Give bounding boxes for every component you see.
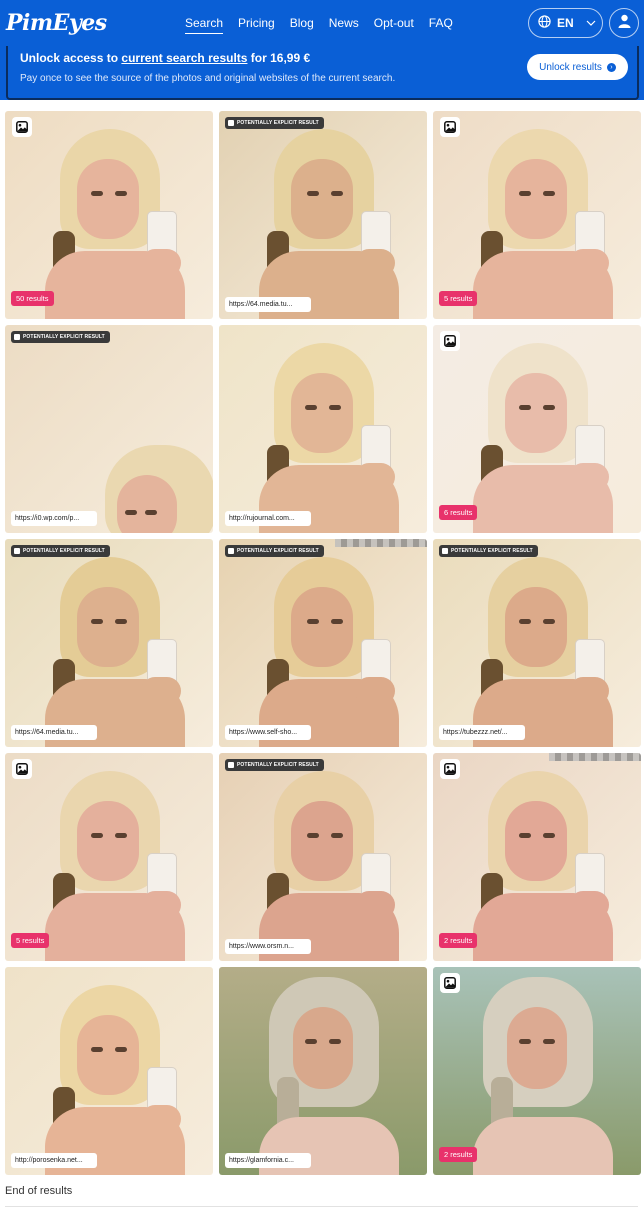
result-tile[interactable]: POTENTIALLY EXPLICIT RESULT https://tubez… [433, 539, 641, 747]
source-url-badge[interactable]: http://porosenka.net... [11, 1153, 97, 1168]
language-selector[interactable]: EN [528, 8, 603, 38]
result-tile[interactable]: POTENTIALLY EXPLICIT RESULT https://64.me… [5, 539, 213, 747]
source-url-badge[interactable]: https://www.orsm.n... [225, 939, 311, 954]
result-thumbnail [219, 967, 427, 1175]
result-tile[interactable]: 6 results [433, 325, 641, 533]
nav-news[interactable]: News [329, 16, 359, 34]
result-thumbnail [5, 111, 213, 319]
pixelated-strip [549, 753, 641, 761]
results-count-badge: 5 results [11, 933, 50, 948]
explicit-result-badge: POTENTIALLY EXPLICIT RESULT [11, 331, 110, 343]
result-thumbnail [219, 539, 427, 747]
explicit-result-badge: POTENTIALLY EXPLICIT RESULT [225, 545, 324, 557]
result-thumbnail [5, 753, 213, 961]
source-url-badge[interactable]: https://www.self-sho... [225, 725, 311, 740]
divider [5, 1206, 638, 1207]
nav-pricing[interactable]: Pricing [238, 16, 275, 34]
result-tile[interactable]: https://glamfornia.c... [219, 967, 427, 1175]
explicit-icon [228, 120, 234, 126]
unlock-results-label: Unlock results [539, 61, 602, 73]
explicit-label: POTENTIALLY EXPLICIT RESULT [237, 548, 319, 554]
pixelated-strip [335, 539, 427, 547]
result-thumbnail [219, 111, 427, 319]
result-tile[interactable]: POTENTIALLY EXPLICIT RESULT https://64.me… [219, 111, 427, 319]
result-tile[interactable]: 2 results [433, 753, 641, 961]
user-icon [618, 14, 631, 33]
results-count-badge: 50 results [11, 291, 54, 306]
main-nav: Search Pricing Blog News Opt-out FAQ [185, 16, 453, 34]
result-tile[interactable]: http://porosenka.net... [5, 967, 213, 1175]
results-count-badge: 2 results [439, 1147, 478, 1162]
language-label: EN [557, 16, 574, 30]
results-count-badge: 5 results [439, 291, 478, 306]
explicit-icon [14, 334, 20, 340]
nav-faq[interactable]: FAQ [429, 16, 453, 34]
banner-subtitle: Pay once to see the source of the photos… [20, 73, 396, 84]
result-tile[interactable]: 5 results [5, 753, 213, 961]
explicit-icon [14, 548, 20, 554]
result-thumbnail [433, 111, 641, 319]
result-tile[interactable]: POTENTIALLY EXPLICIT RESULT https://www.o… [219, 753, 427, 961]
user-account-button[interactable] [609, 8, 639, 38]
source-url-badge[interactable]: https://64.media.tu... [225, 297, 311, 312]
source-url-badge[interactable]: https://64.media.tu... [11, 725, 97, 740]
result-tile[interactable]: http://rujournal.com... [219, 325, 427, 533]
explicit-label: POTENTIALLY EXPLICIT RESULT [237, 762, 319, 768]
source-url-badge[interactable]: http://rujournal.com... [225, 511, 311, 526]
unlock-banner: Unlock access to current search results … [6, 46, 639, 100]
nav-opt-out[interactable]: Opt-out [374, 16, 414, 34]
globe-icon [538, 15, 551, 31]
arrow-right-icon: › [606, 62, 616, 72]
source-url-badge[interactable]: https://tubezzz.net/... [439, 725, 525, 740]
banner-title-prefix: Unlock access to [20, 51, 122, 65]
result-thumbnail [5, 539, 213, 747]
explicit-label: POTENTIALLY EXPLICIT RESULT [23, 334, 105, 340]
current-search-results-link[interactable]: current search results [121, 51, 247, 65]
result-tile[interactable]: 5 results [433, 111, 641, 319]
explicit-result-badge: POTENTIALLY EXPLICIT RESULT [225, 759, 324, 771]
results-count-badge: 2 results [439, 933, 478, 948]
result-thumbnail [5, 967, 213, 1175]
banner-title: Unlock access to current search results … [20, 51, 310, 65]
result-tile[interactable]: POTENTIALLY EXPLICIT RESULT https://www.s… [219, 539, 427, 747]
chevron-down-icon [586, 18, 596, 29]
result-tile[interactable]: POTENTIALLY EXPLICIT RESULT https://i0.wp… [5, 325, 213, 533]
nav-search[interactable]: Search [185, 16, 224, 34]
result-thumbnail [219, 753, 427, 961]
explicit-result-badge: POTENTIALLY EXPLICIT RESULT [225, 117, 324, 129]
image-icon [440, 759, 460, 779]
image-icon [440, 973, 460, 993]
results-grid: 50 results POTENTIALLY EXPLICIT RESULT ht… [5, 111, 641, 1175]
explicit-icon [228, 548, 234, 554]
result-thumbnail [433, 539, 641, 747]
results-count-badge: 6 results [439, 505, 478, 520]
result-thumbnail [433, 325, 641, 533]
explicit-icon [228, 762, 234, 768]
result-thumbnail [433, 753, 641, 961]
explicit-result-badge: POTENTIALLY EXPLICIT RESULT [11, 545, 110, 557]
explicit-label: POTENTIALLY EXPLICIT RESULT [237, 120, 319, 126]
explicit-result-badge: POTENTIALLY EXPLICIT RESULT [439, 545, 538, 557]
image-icon [12, 117, 32, 137]
result-thumbnail [219, 325, 427, 533]
explicit-label: POTENTIALLY EXPLICIT RESULT [451, 548, 533, 554]
unlock-results-button[interactable]: Unlock results › [527, 54, 628, 80]
result-thumbnail [433, 967, 641, 1175]
image-icon [440, 331, 460, 351]
result-thumbnail [5, 325, 213, 533]
result-tile[interactable]: 2 results [433, 967, 641, 1175]
result-tile[interactable]: 50 results [5, 111, 213, 319]
explicit-icon [442, 548, 448, 554]
image-icon [440, 117, 460, 137]
pimeyes-logo[interactable]: PimEyes [6, 10, 107, 36]
image-icon [12, 759, 32, 779]
end-of-results-text: End of results [5, 1185, 73, 1197]
explicit-label: POTENTIALLY EXPLICIT RESULT [23, 548, 105, 554]
source-url-badge[interactable]: https://glamfornia.c... [225, 1153, 311, 1168]
source-url-badge[interactable]: https://i0.wp.com/p... [11, 511, 97, 526]
nav-blog[interactable]: Blog [290, 16, 314, 34]
banner-title-price: for 16,99 € [247, 51, 311, 65]
